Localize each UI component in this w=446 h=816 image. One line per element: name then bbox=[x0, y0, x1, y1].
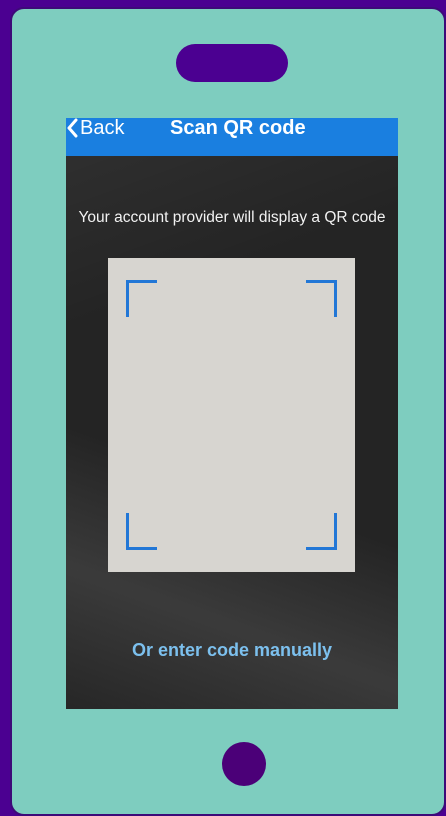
scan-instruction-text: Your account provider will display a QR … bbox=[78, 209, 386, 226]
back-button[interactable]: Back bbox=[66, 118, 124, 138]
phone-screen: Back Scan QR code Your account provider … bbox=[66, 118, 398, 709]
back-button-label: Back bbox=[80, 118, 125, 139]
viewfinder-corner-bottom-left bbox=[126, 513, 157, 550]
home-button[interactable] bbox=[222, 742, 266, 786]
viewfinder-corner-top-left bbox=[126, 280, 157, 317]
qr-scan-viewfinder bbox=[108, 258, 355, 572]
phone-speaker bbox=[176, 44, 288, 82]
chevron-left-icon bbox=[67, 118, 78, 138]
enter-code-manually-link[interactable]: Or enter code manually bbox=[66, 638, 398, 662]
viewfinder-corner-bottom-right bbox=[306, 513, 337, 550]
page-title: Scan QR code bbox=[170, 118, 306, 139]
viewfinder-corner-top-right bbox=[306, 280, 337, 317]
navigation-bar: Back Scan QR code bbox=[66, 118, 398, 156]
